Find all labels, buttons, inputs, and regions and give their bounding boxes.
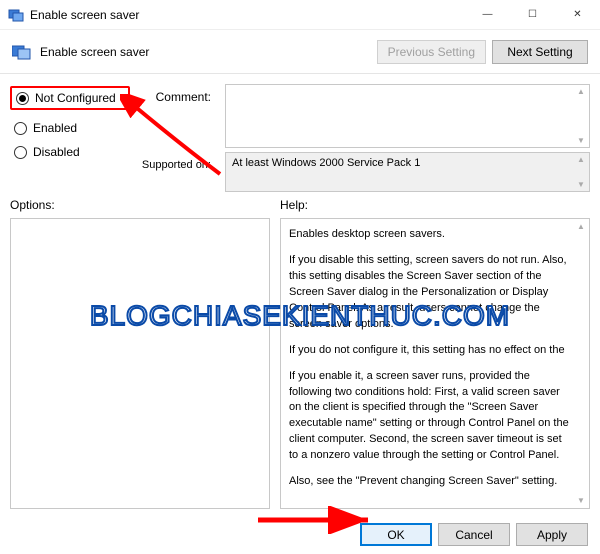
apply-button[interactable]: Apply: [516, 523, 588, 546]
help-label: Help:: [280, 198, 590, 218]
close-button[interactable]: ✕: [555, 0, 600, 30]
minimize-button[interactable]: —: [465, 0, 510, 30]
cancel-button[interactable]: Cancel: [438, 523, 510, 546]
comment-textarea[interactable]: ▲▼: [225, 84, 590, 148]
titlebar: Enable screen saver — ☐ ✕: [0, 0, 600, 30]
help-text: Enables desktop screen savers.: [289, 227, 571, 243]
policy-name: Enable screen saver: [40, 45, 371, 59]
help-text: If you disable this setting, screen save…: [289, 253, 571, 333]
radio-label: Not Configured: [35, 91, 116, 105]
ok-button[interactable]: OK: [360, 523, 432, 546]
help-text: If you enable it, a screen saver runs, p…: [289, 369, 571, 465]
supported-on-label: Supported on:: [140, 154, 215, 176]
supported-on-value: At least Windows 2000 Service Pack 1: [232, 157, 420, 169]
help-panel: Enables desktop screen savers. If you di…: [280, 218, 590, 509]
supported-on-field: At least Windows 2000 Service Pack 1 ▲▼: [225, 152, 590, 192]
radio-icon: [16, 92, 29, 105]
help-text: If you do not configure it, this setting…: [289, 343, 571, 359]
dialog-footer: OK Cancel Apply: [360, 523, 588, 546]
maximize-button[interactable]: ☐: [510, 0, 555, 30]
policy-icon: [12, 44, 32, 60]
options-label: Options:: [10, 198, 270, 218]
scrollbar[interactable]: ▲▼: [573, 219, 589, 508]
scrollbar: ▲▼: [573, 153, 589, 191]
radio-label: Enabled: [33, 121, 77, 135]
window-title: Enable screen saver: [30, 8, 465, 22]
radio-enabled[interactable]: Enabled: [10, 116, 130, 140]
options-panel: [10, 218, 270, 509]
policy-editor-icon: [8, 7, 24, 23]
radio-label: Disabled: [33, 145, 80, 159]
radio-icon: [14, 146, 27, 159]
policy-header: Enable screen saver Previous Setting Nex…: [0, 30, 600, 74]
comment-label: Comment:: [140, 86, 215, 108]
next-setting-button[interactable]: Next Setting: [492, 40, 588, 64]
radio-disabled[interactable]: Disabled: [10, 140, 130, 164]
previous-setting-button: Previous Setting: [377, 40, 486, 64]
radio-not-configured[interactable]: Not Configured: [10, 86, 130, 110]
help-text: Also, see the "Prevent changing Screen S…: [289, 474, 571, 490]
radio-icon: [14, 122, 27, 135]
scrollbar[interactable]: ▲▼: [573, 85, 589, 147]
